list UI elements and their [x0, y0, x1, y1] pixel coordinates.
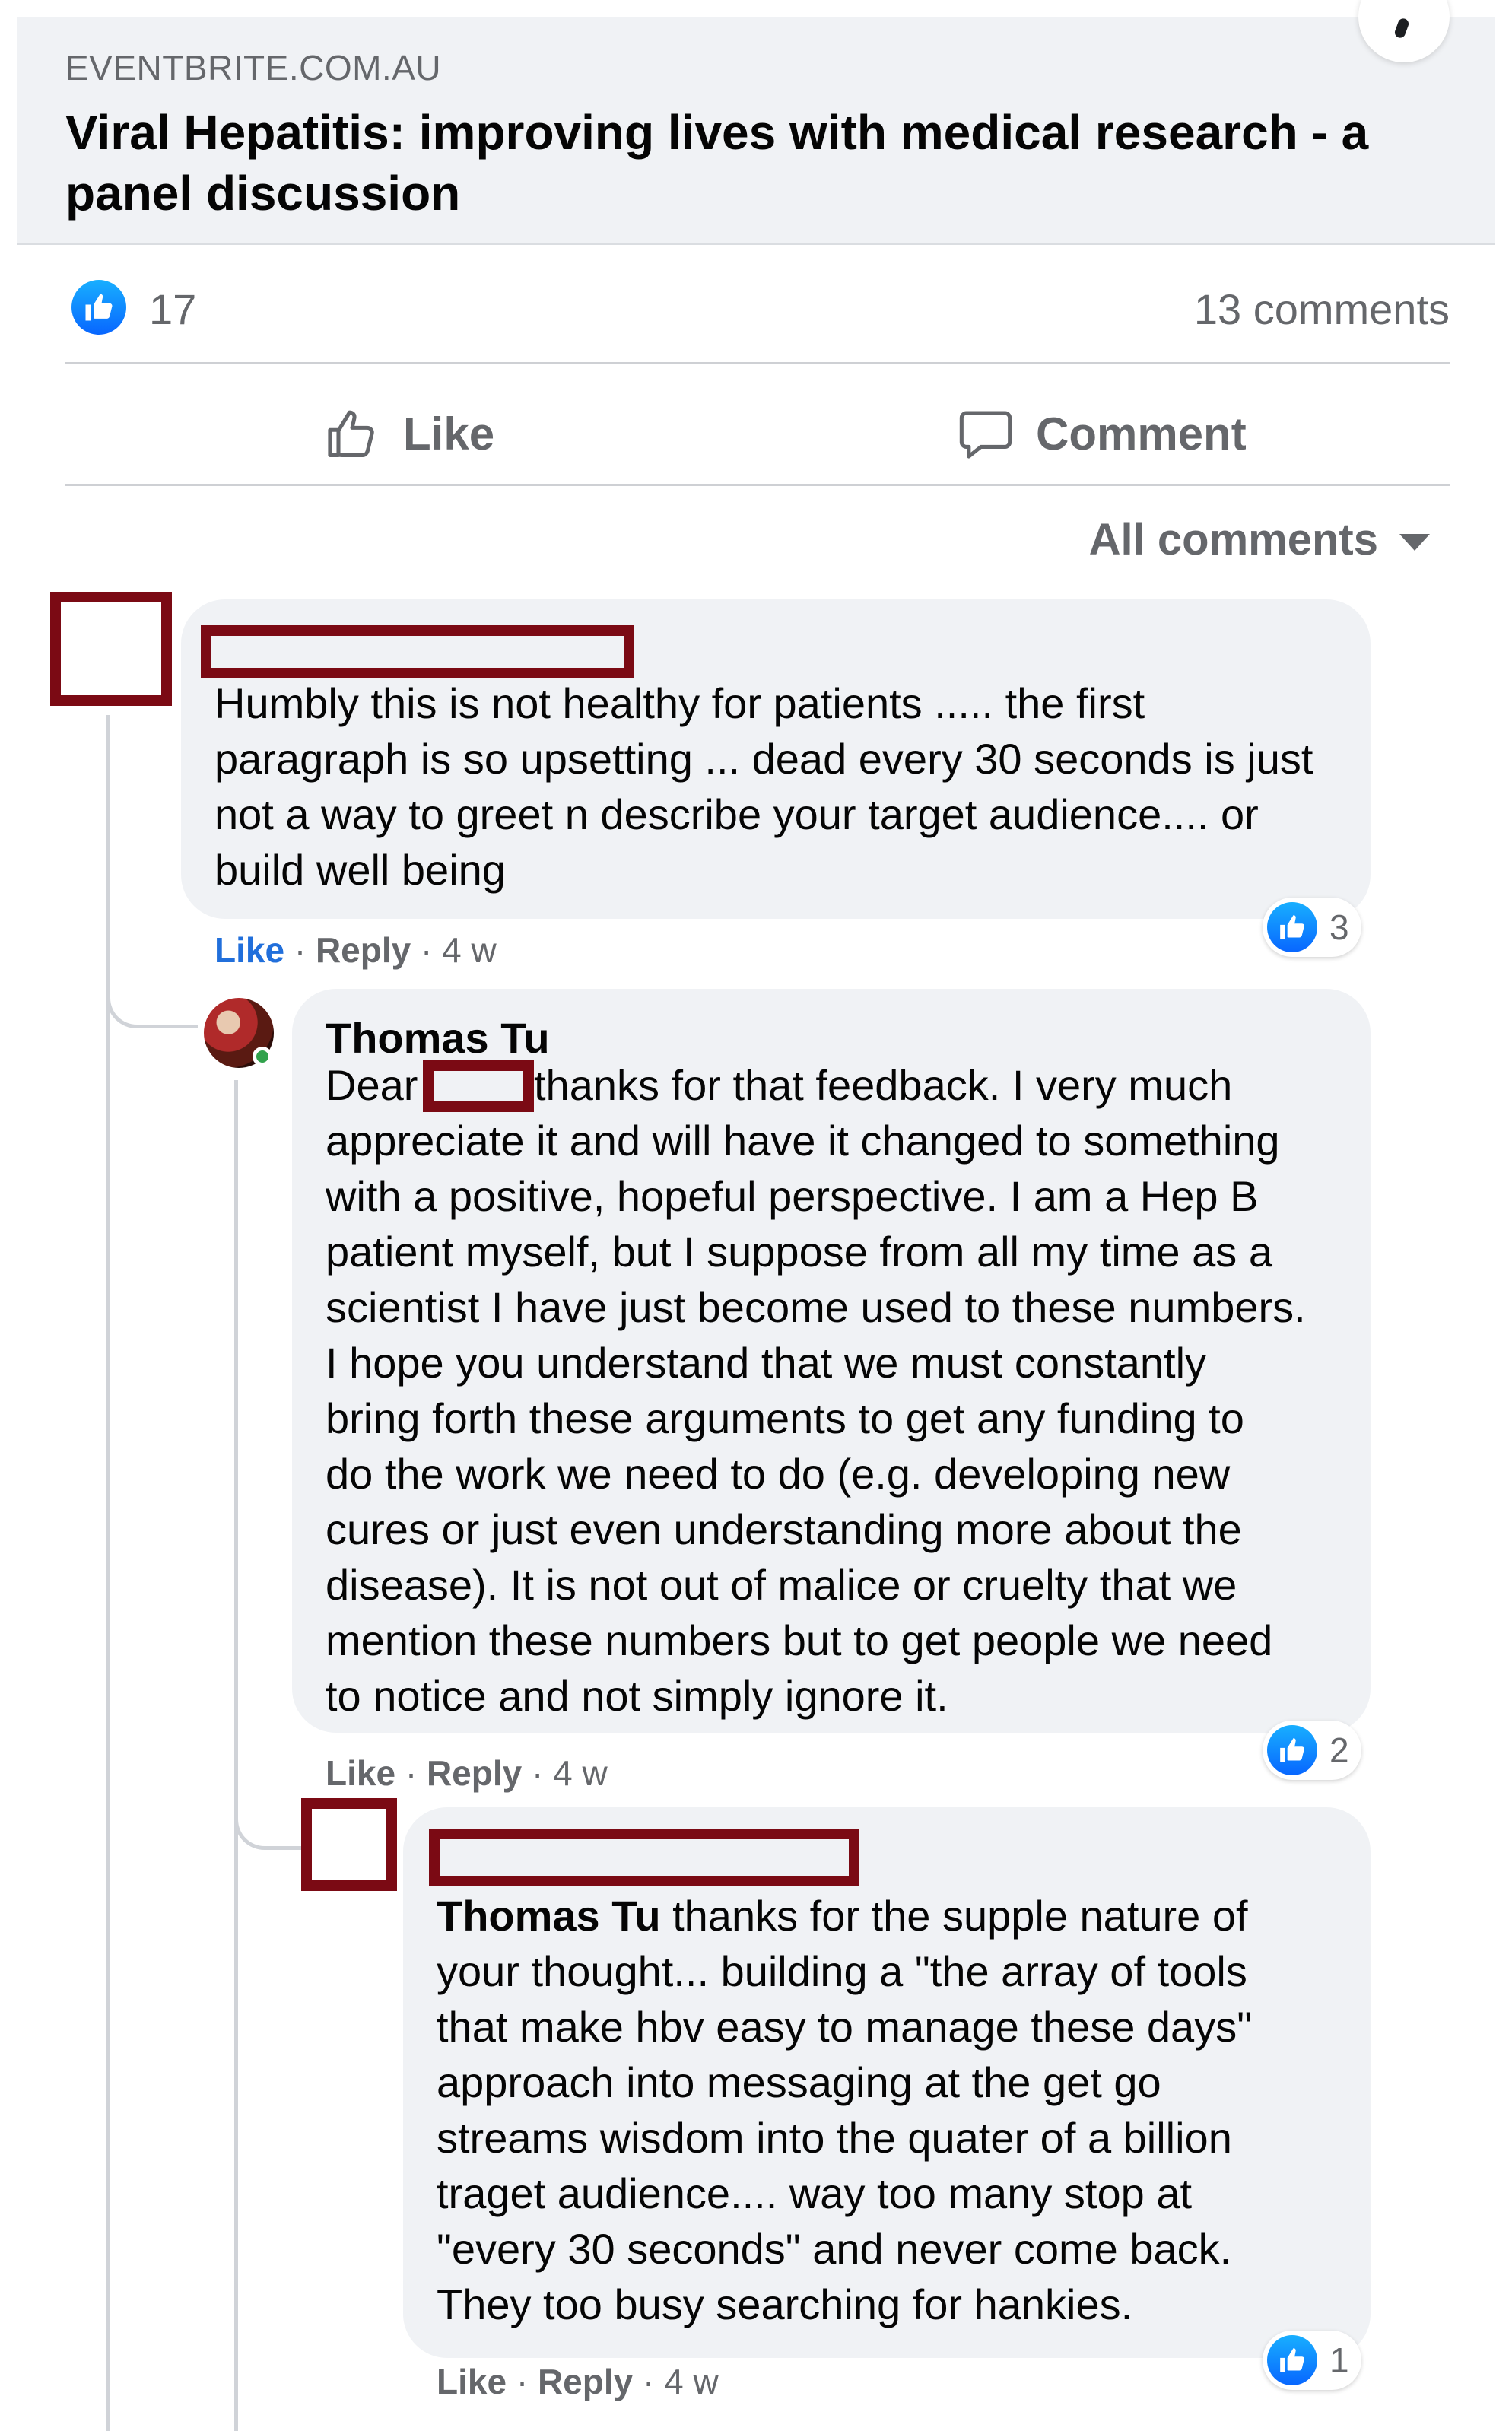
comment-button-label: Comment	[1036, 408, 1247, 459]
like-reaction-icon[interactable]	[71, 280, 126, 335]
thumbs-up-icon	[328, 410, 374, 458]
comment-reply-link[interactable]: Reply	[316, 930, 411, 970]
comment-reaction-count[interactable]: 1	[1263, 2331, 1361, 2390]
comment-filter-dropdown[interactable]: All comments	[1089, 514, 1430, 565]
comment-timestamp[interactable]: 4 w	[553, 1753, 608, 1793]
preview-domain: EVENTBRITE.COM.AU	[65, 48, 442, 87]
reaction-summary: 17 13 comments	[65, 274, 1450, 350]
preview-title[interactable]: Viral Hepatitis: improving lives with me…	[65, 102, 1404, 224]
redacted-avatar	[301, 1798, 397, 1891]
like-reaction-icon	[1267, 2335, 1317, 2385]
comment-reply-link[interactable]: Reply	[427, 1753, 522, 1793]
thread-line	[106, 715, 110, 2431]
thread-connector	[234, 1810, 303, 1850]
like-button[interactable]: Like	[324, 396, 494, 472]
divider	[65, 362, 1450, 364]
comment-like-link[interactable]: Like	[326, 1753, 395, 1793]
reaction-number: 1	[1329, 2340, 1349, 2380]
comment-timestamp[interactable]: 4 w	[664, 2362, 719, 2401]
comment-body: thanks for the supple nature of your tho…	[437, 1892, 1253, 2328]
comment-like-link[interactable]: Like	[437, 2362, 507, 2401]
reaction-number: 2	[1329, 1730, 1349, 1770]
online-status-dot	[253, 1047, 272, 1066]
divider	[65, 484, 1450, 486]
more-options-icon[interactable]	[1358, 0, 1450, 62]
comment-meta: Like · Reply · 4 w	[214, 930, 497, 970]
comment-reaction-count[interactable]: 3	[1263, 898, 1361, 957]
comments-count[interactable]: 13 comments	[1194, 284, 1450, 334]
comment-like-link[interactable]: Like	[214, 930, 284, 970]
redacted-author-name	[201, 625, 634, 678]
redacted-avatar	[50, 592, 172, 706]
comment-text: Thomas Tu thanks for the supple nature o…	[437, 1888, 1349, 2332]
comment-meta: Like · Reply · 4 w	[437, 2362, 719, 2401]
reaction-number: 3	[1329, 907, 1349, 947]
facebook-post-comments: EVENTBRITE.COM.AU Viral Hepatitis: impro…	[0, 0, 1512, 2431]
comment-button[interactable]: Comment	[957, 396, 1247, 472]
link-preview-card[interactable]: EVENTBRITE.COM.AU Viral Hepatitis: impro…	[17, 0, 1495, 245]
like-reaction-icon	[1267, 902, 1317, 952]
caret-down-icon	[1399, 533, 1430, 551]
thread-line	[234, 1080, 238, 2431]
comment-filter-label: All comments	[1088, 515, 1378, 564]
thread-connector	[106, 974, 198, 1028]
comment-timestamp[interactable]: 4 w	[442, 930, 497, 970]
comment-reaction-count[interactable]: 2	[1263, 1721, 1361, 1780]
comment-meta: Like · Reply · 4 w	[326, 1753, 608, 1793]
comment-reply-link[interactable]: Reply	[538, 2362, 633, 2401]
mention-link[interactable]: Thomas Tu	[437, 1892, 661, 1940]
like-reaction-icon	[1267, 1725, 1317, 1775]
like-button-label: Like	[403, 408, 495, 459]
comment-text: Humbly this is not healthy for patients …	[214, 679, 1313, 894]
comment-icon	[959, 411, 1012, 459]
comment-text: thanks for that feedback. I very much ap…	[326, 1061, 1306, 1720]
like-count[interactable]: 17	[149, 284, 196, 334]
redacted-author-name	[429, 1829, 859, 1886]
